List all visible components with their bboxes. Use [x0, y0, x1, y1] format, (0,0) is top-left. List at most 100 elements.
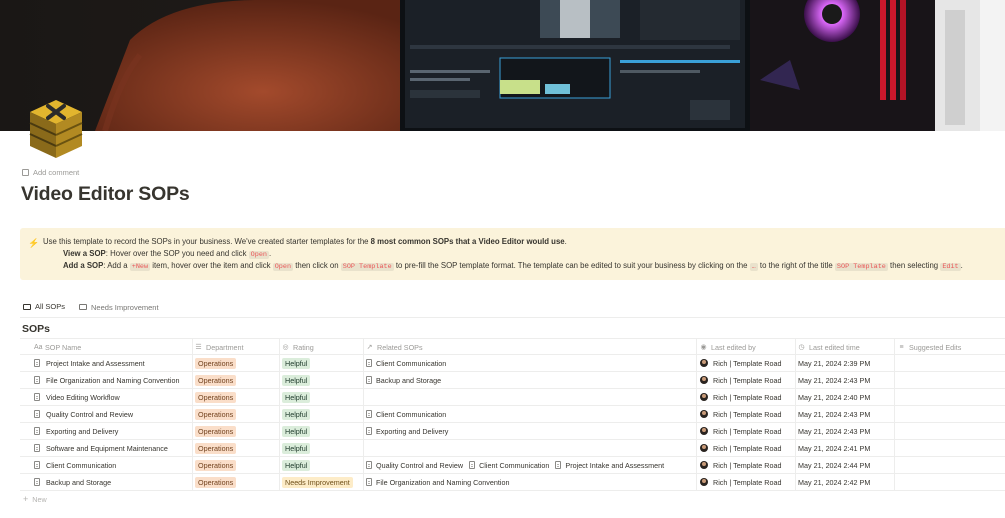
department-cell[interactable]: Operations	[195, 457, 279, 473]
sop-name[interactable]: Software and Equipment Maintenance	[46, 444, 168, 453]
table-row[interactable]: Quality Control and Review Operations Help…	[20, 406, 1005, 423]
related-sops-cell[interactable]: Backup and Storage	[366, 372, 696, 388]
suggested-edits-cell[interactable]	[898, 389, 1005, 405]
rating-cell[interactable]: Helpful	[282, 423, 362, 439]
rating-cell[interactable]: Helpful	[282, 406, 362, 422]
gold-cube-icon[interactable]	[26, 96, 86, 160]
related-sop-link[interactable]: Exporting and Delivery	[366, 427, 448, 436]
add-comment-button[interactable]: Add comment	[22, 168, 79, 177]
related-sops-cell[interactable]: File Organization and Naming Convention	[366, 474, 696, 490]
rating-cell[interactable]: Helpful	[282, 372, 362, 388]
page-icon	[34, 478, 40, 486]
column-divider	[192, 406, 193, 422]
last-edited-by-cell[interactable]: Rich | Template Road	[700, 457, 796, 473]
table-row[interactable]: Software and Equipment Maintenance Operat…	[20, 440, 1005, 457]
related-sops-cell[interactable]	[366, 389, 696, 405]
department-cell[interactable]: Operations	[195, 406, 279, 422]
column-header-suggested-edits[interactable]: ≡ Suggested Edits	[898, 339, 1005, 355]
table-row[interactable]: Client Communication Operations Helpful Qua…	[20, 457, 1005, 474]
page-icon	[555, 461, 562, 469]
sop-name[interactable]: Exporting and Delivery	[46, 427, 118, 436]
rating-cell[interactable]: Helpful	[282, 440, 362, 456]
database-title[interactable]: SOPs	[22, 323, 50, 335]
tab-all-sops[interactable]: All SOPs	[20, 300, 69, 318]
column-divider	[363, 389, 364, 405]
last-edited-by-cell[interactable]: Rich | Template Road	[700, 355, 796, 371]
suggested-edits-cell[interactable]	[898, 440, 1005, 456]
suggested-edits-cell[interactable]	[898, 406, 1005, 422]
sop-name-cell[interactable]: Video Editing Workflow	[34, 389, 192, 405]
suggested-edits-cell[interactable]	[898, 457, 1005, 473]
sop-name[interactable]: Video Editing Workflow	[46, 393, 120, 402]
related-sop-link[interactable]: Client Communication	[469, 461, 549, 470]
table-row[interactable]: Project Intake and Assessment Operations H…	[20, 355, 1005, 372]
new-row-button[interactable]: + New	[20, 491, 1005, 507]
related-sop-link[interactable]: Project Intake and Assessment	[555, 461, 664, 470]
last-edited-by-cell[interactable]: Rich | Template Road	[700, 372, 796, 388]
column-header-related-sops[interactable]: ↗ Related SOPs	[366, 339, 696, 355]
sop-name[interactable]: File Organization and Naming Convention	[46, 376, 179, 385]
column-divider	[192, 423, 193, 439]
last-edited-by-cell[interactable]: Rich | Template Road	[700, 423, 796, 439]
last-edited-by-cell[interactable]: Rich | Template Road	[700, 389, 796, 405]
related-sop-link[interactable]: Backup and Storage	[366, 376, 441, 385]
page-title[interactable]: Video Editor SOPs	[21, 183, 190, 206]
column-header-rating[interactable]: ◎ Rating	[282, 339, 362, 355]
sop-name-cell[interactable]: Quality Control and Review	[34, 406, 192, 422]
suggested-edits-cell[interactable]	[898, 355, 1005, 371]
related-sop-link[interactable]: Client Communication	[366, 410, 446, 419]
related-sop-link[interactable]: Client Communication	[366, 359, 446, 368]
column-divider	[795, 406, 796, 422]
suggested-edits-cell[interactable]	[898, 474, 1005, 490]
sop-name-cell[interactable]: Exporting and Delivery	[34, 423, 192, 439]
sop-name-cell[interactable]: Client Communication	[34, 457, 192, 473]
suggested-edits-cell[interactable]	[898, 372, 1005, 388]
table-row[interactable]: Exporting and Delivery Operations Helpful E…	[20, 423, 1005, 440]
rating-cell[interactable]: Helpful	[282, 457, 362, 473]
instructions-callout: ⚡ Use this template to record the SOPs i…	[20, 228, 1005, 280]
tab-label: Needs Improvement	[91, 302, 159, 312]
department-cell[interactable]: Operations	[195, 389, 279, 405]
related-sops-cell[interactable]	[366, 440, 696, 456]
last-edited-by-cell[interactable]: Rich | Template Road	[700, 440, 796, 456]
rating-cell[interactable]: Helpful	[282, 389, 362, 405]
last-edited-by-cell[interactable]: Rich | Template Road	[700, 474, 796, 490]
column-divider	[696, 440, 697, 456]
related-sop-link[interactable]: File Organization and Naming Convention	[366, 478, 509, 487]
sop-name[interactable]: Project Intake and Assessment	[46, 359, 145, 368]
sop-name-cell[interactable]: Software and Equipment Maintenance	[34, 440, 192, 456]
column-header-department[interactable]: ☰ Department	[195, 339, 279, 355]
edited-time: May 21, 2024 2:40 PM	[798, 392, 871, 402]
column-header-last-edited-by[interactable]: ◉ Last edited by	[700, 339, 796, 355]
column-header-sop-name[interactable]: Aa SOP Name	[34, 339, 192, 355]
related-sop-link[interactable]: Quality Control and Review	[366, 461, 463, 470]
table-row[interactable]: Backup and Storage Operations Needs Improv…	[20, 474, 1005, 491]
department-cell[interactable]: Operations	[195, 423, 279, 439]
column-label: Department	[206, 342, 244, 352]
related-sops-cell[interactable]: Client Communication	[366, 406, 696, 422]
sop-name[interactable]: Quality Control and Review	[46, 410, 133, 419]
sop-name-cell[interactable]: Project Intake and Assessment	[34, 355, 192, 371]
column-header-last-edited-time[interactable]: ◷ Last edited time	[798, 339, 894, 355]
sop-name[interactable]: Client Communication	[46, 461, 116, 470]
sop-name-cell[interactable]: Backup and Storage	[34, 474, 192, 490]
tab-needs-improvement[interactable]: Needs Improvement	[76, 300, 162, 318]
related-sops-cell[interactable]: Client Communication	[366, 355, 696, 371]
department-cell[interactable]: Operations	[195, 355, 279, 371]
suggested-edits-cell[interactable]	[898, 423, 1005, 439]
table-row[interactable]: Video Editing Workflow Operations Helpful R…	[20, 389, 1005, 406]
rating-cell[interactable]: Needs Improvement	[282, 474, 362, 490]
editor-name: Rich | Template Road	[713, 426, 782, 436]
sop-name[interactable]: Backup and Storage	[46, 478, 111, 487]
related-sops-cell[interactable]: Quality Control and Review Client Communi…	[366, 457, 696, 473]
table-row[interactable]: File Organization and Naming Convention O…	[20, 372, 1005, 389]
column-divider	[363, 339, 364, 355]
last-edited-by-cell[interactable]: Rich | Template Road	[700, 406, 796, 422]
sop-name-cell[interactable]: File Organization and Naming Convention	[34, 372, 192, 388]
department-cell[interactable]: Operations	[195, 474, 279, 490]
rating-cell[interactable]: Helpful	[282, 355, 362, 371]
department-cell[interactable]: Operations	[195, 440, 279, 456]
related-sops-cell[interactable]: Exporting and Delivery	[366, 423, 696, 439]
page-icon	[469, 461, 476, 469]
department-cell[interactable]: Operations	[195, 372, 279, 388]
